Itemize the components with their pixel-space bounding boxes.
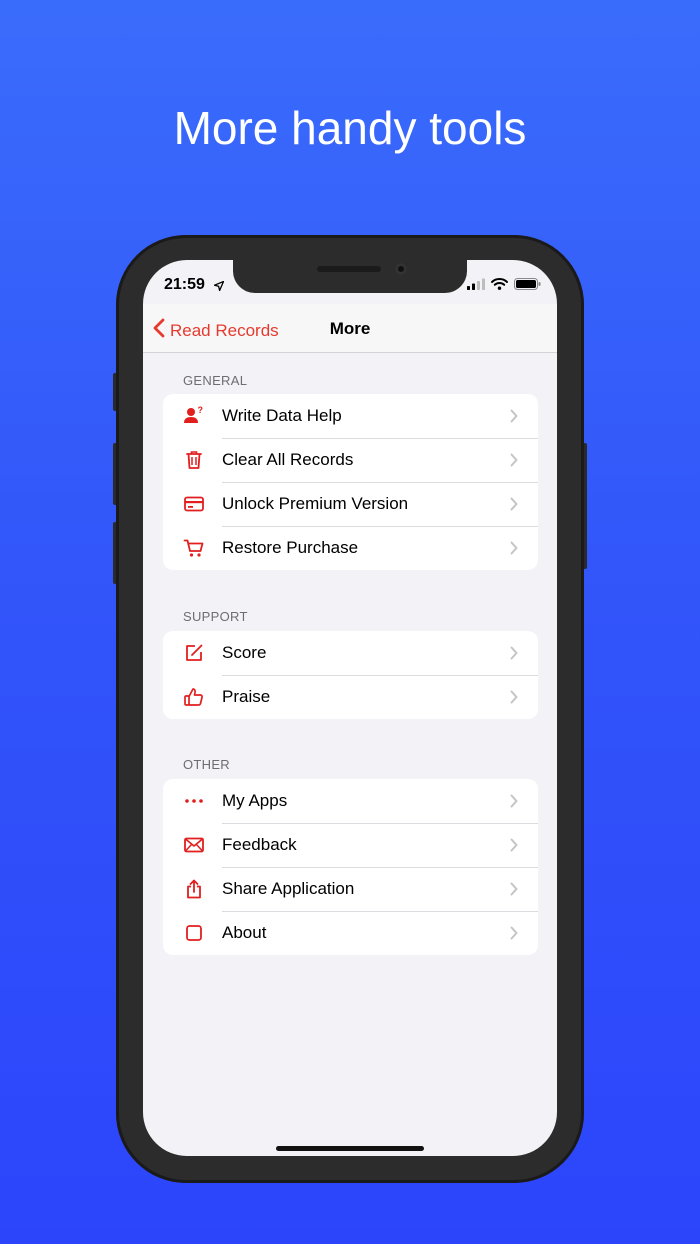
row-label: About	[222, 923, 267, 942]
credit-card-icon	[183, 493, 205, 515]
svg-text:?: ?	[198, 405, 204, 415]
chevron-right-icon	[510, 882, 518, 896]
row-about[interactable]: About	[163, 911, 538, 955]
wifi-icon	[491, 277, 508, 295]
chevron-right-icon	[510, 497, 518, 511]
row-score[interactable]: Score	[163, 631, 538, 675]
chevron-right-icon	[510, 646, 518, 660]
share-icon	[183, 878, 205, 900]
navigation-bar: Read Records More	[143, 304, 557, 353]
trash-icon	[183, 449, 205, 471]
row-label: Share Application	[222, 879, 355, 898]
row-label: Write Data Help	[222, 406, 342, 425]
row-label: Feedback	[222, 835, 297, 854]
settings-group-other: My Apps Feedback Share Application About	[163, 779, 538, 955]
earpiece-speaker	[317, 266, 381, 272]
row-label: Praise	[222, 687, 271, 706]
front-camera	[395, 263, 407, 275]
row-my-apps[interactable]: My Apps	[163, 779, 538, 823]
row-label: Unlock Premium Version	[222, 494, 409, 513]
row-label: Restore Purchase	[222, 538, 359, 557]
section-header-other: OTHER	[183, 757, 230, 772]
envelope-icon	[183, 834, 205, 856]
row-clear-all-records[interactable]: Clear All Records	[163, 438, 538, 482]
row-praise[interactable]: Praise	[163, 675, 538, 719]
section-header-support: SUPPORT	[183, 609, 248, 624]
row-share-application[interactable]: Share Application	[163, 867, 538, 911]
thumbs-up-icon	[183, 686, 205, 708]
chevron-right-icon	[510, 541, 518, 555]
chevron-right-icon	[510, 409, 518, 423]
row-restore-purchase[interactable]: Restore Purchase	[163, 526, 538, 570]
page-title: More	[329, 319, 371, 338]
phone-screen: 21:59 Read Records More GENERAL ? Write …	[143, 260, 557, 1156]
row-label: Clear All Records	[222, 450, 354, 469]
location-arrow-icon	[213, 278, 225, 296]
chevron-right-icon	[510, 838, 518, 852]
row-label: Score	[222, 643, 267, 662]
edit-square-icon	[183, 642, 205, 664]
section-header-general: GENERAL	[183, 373, 248, 388]
chevron-right-icon	[510, 453, 518, 467]
phone-notch	[233, 260, 467, 293]
row-feedback[interactable]: Feedback	[163, 823, 538, 867]
person-question-icon: ?	[183, 405, 205, 427]
row-label: My Apps	[222, 791, 288, 810]
cellular-signal-icon	[467, 277, 485, 295]
cart-icon	[183, 537, 205, 559]
status-time: 21:59	[164, 276, 205, 293]
row-write-data-help[interactable]: ? Write Data Help	[163, 394, 538, 438]
settings-group-support: Score Praise	[163, 631, 538, 719]
row-unlock-premium[interactable]: Unlock Premium Version	[163, 482, 538, 526]
battery-icon	[514, 277, 541, 295]
chevron-right-icon	[510, 690, 518, 704]
settings-group-general: ? Write Data Help Clear All Records Unlo…	[163, 394, 538, 570]
home-indicator[interactable]	[276, 1146, 424, 1151]
promo-headline: More handy tools	[173, 102, 527, 154]
ellipsis-icon	[183, 790, 205, 812]
chevron-right-icon	[510, 794, 518, 808]
chevron-right-icon	[510, 926, 518, 940]
square-icon	[183, 922, 205, 944]
